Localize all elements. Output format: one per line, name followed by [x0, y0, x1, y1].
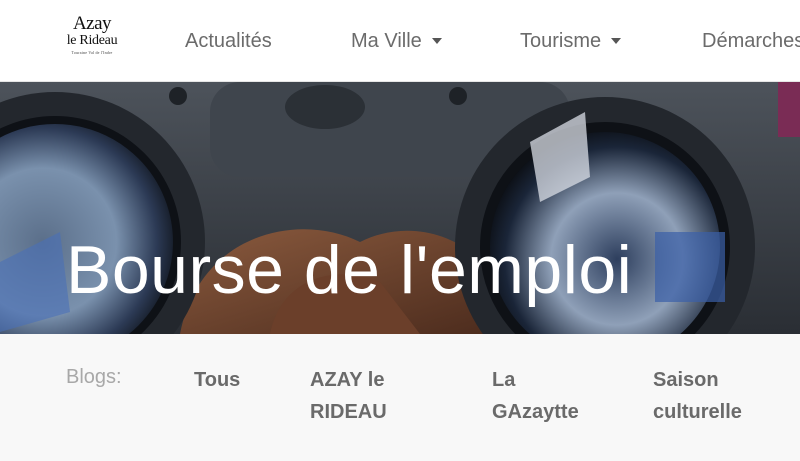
nav-item-label: Actualités: [185, 29, 272, 52]
blog-link-label-line1: La: [492, 369, 516, 391]
blog-link-azay-le-rideau[interactable]: AZAY le RIDEAU: [310, 364, 387, 428]
blog-link-la-gazaytte[interactable]: La GAzaytte: [492, 364, 579, 428]
nav-item-actualites[interactable]: Actualités: [185, 30, 351, 53]
logo-tagline: Touraine Val de l'Indre: [71, 50, 113, 55]
nav-item-tourisme[interactable]: Tourisme: [520, 30, 702, 53]
blogs-label: Blogs:: [66, 366, 122, 388]
nav-item-label: Démarches: [702, 29, 800, 52]
blog-link-tous[interactable]: Tous: [194, 364, 240, 396]
blog-link-label-line2: GAzaytte: [492, 401, 579, 423]
logo-line-2: le Rideau: [66, 33, 118, 48]
main-nav: Actualités Ma Ville Tourisme Démarches: [185, 28, 800, 54]
hero-banner: Bourse de l'emploi: [0, 82, 800, 334]
chevron-down-icon: [431, 38, 442, 44]
blog-link-saison-culturelle[interactable]: Saison culturelle: [653, 364, 742, 428]
nav-item-ma-ville[interactable]: Ma Ville: [351, 30, 520, 53]
blog-link-label-line1: AZAY le: [310, 369, 385, 391]
logo-line-1: Azay: [72, 13, 112, 34]
blog-link-label: Tous: [194, 369, 241, 391]
chevron-down-icon: [611, 38, 622, 44]
city-logo[interactable]: Azay le Rideau Touraine Val de l'Indre: [64, 12, 120, 68]
nav-item-label: Tourisme: [520, 29, 602, 52]
top-navigation-bar: Azay le Rideau Touraine Val de l'Indre A…: [0, 0, 800, 82]
blog-link-label-line2: culturelle: [653, 401, 742, 423]
nav-item-demarches[interactable]: Démarches: [702, 30, 800, 53]
blog-link-label-line1: Saison: [653, 369, 719, 391]
blog-link-label-line2: RIDEAU: [310, 401, 387, 423]
page-title: Bourse de l'emploi: [66, 232, 633, 308]
nav-item-label: Ma Ville: [351, 29, 422, 52]
